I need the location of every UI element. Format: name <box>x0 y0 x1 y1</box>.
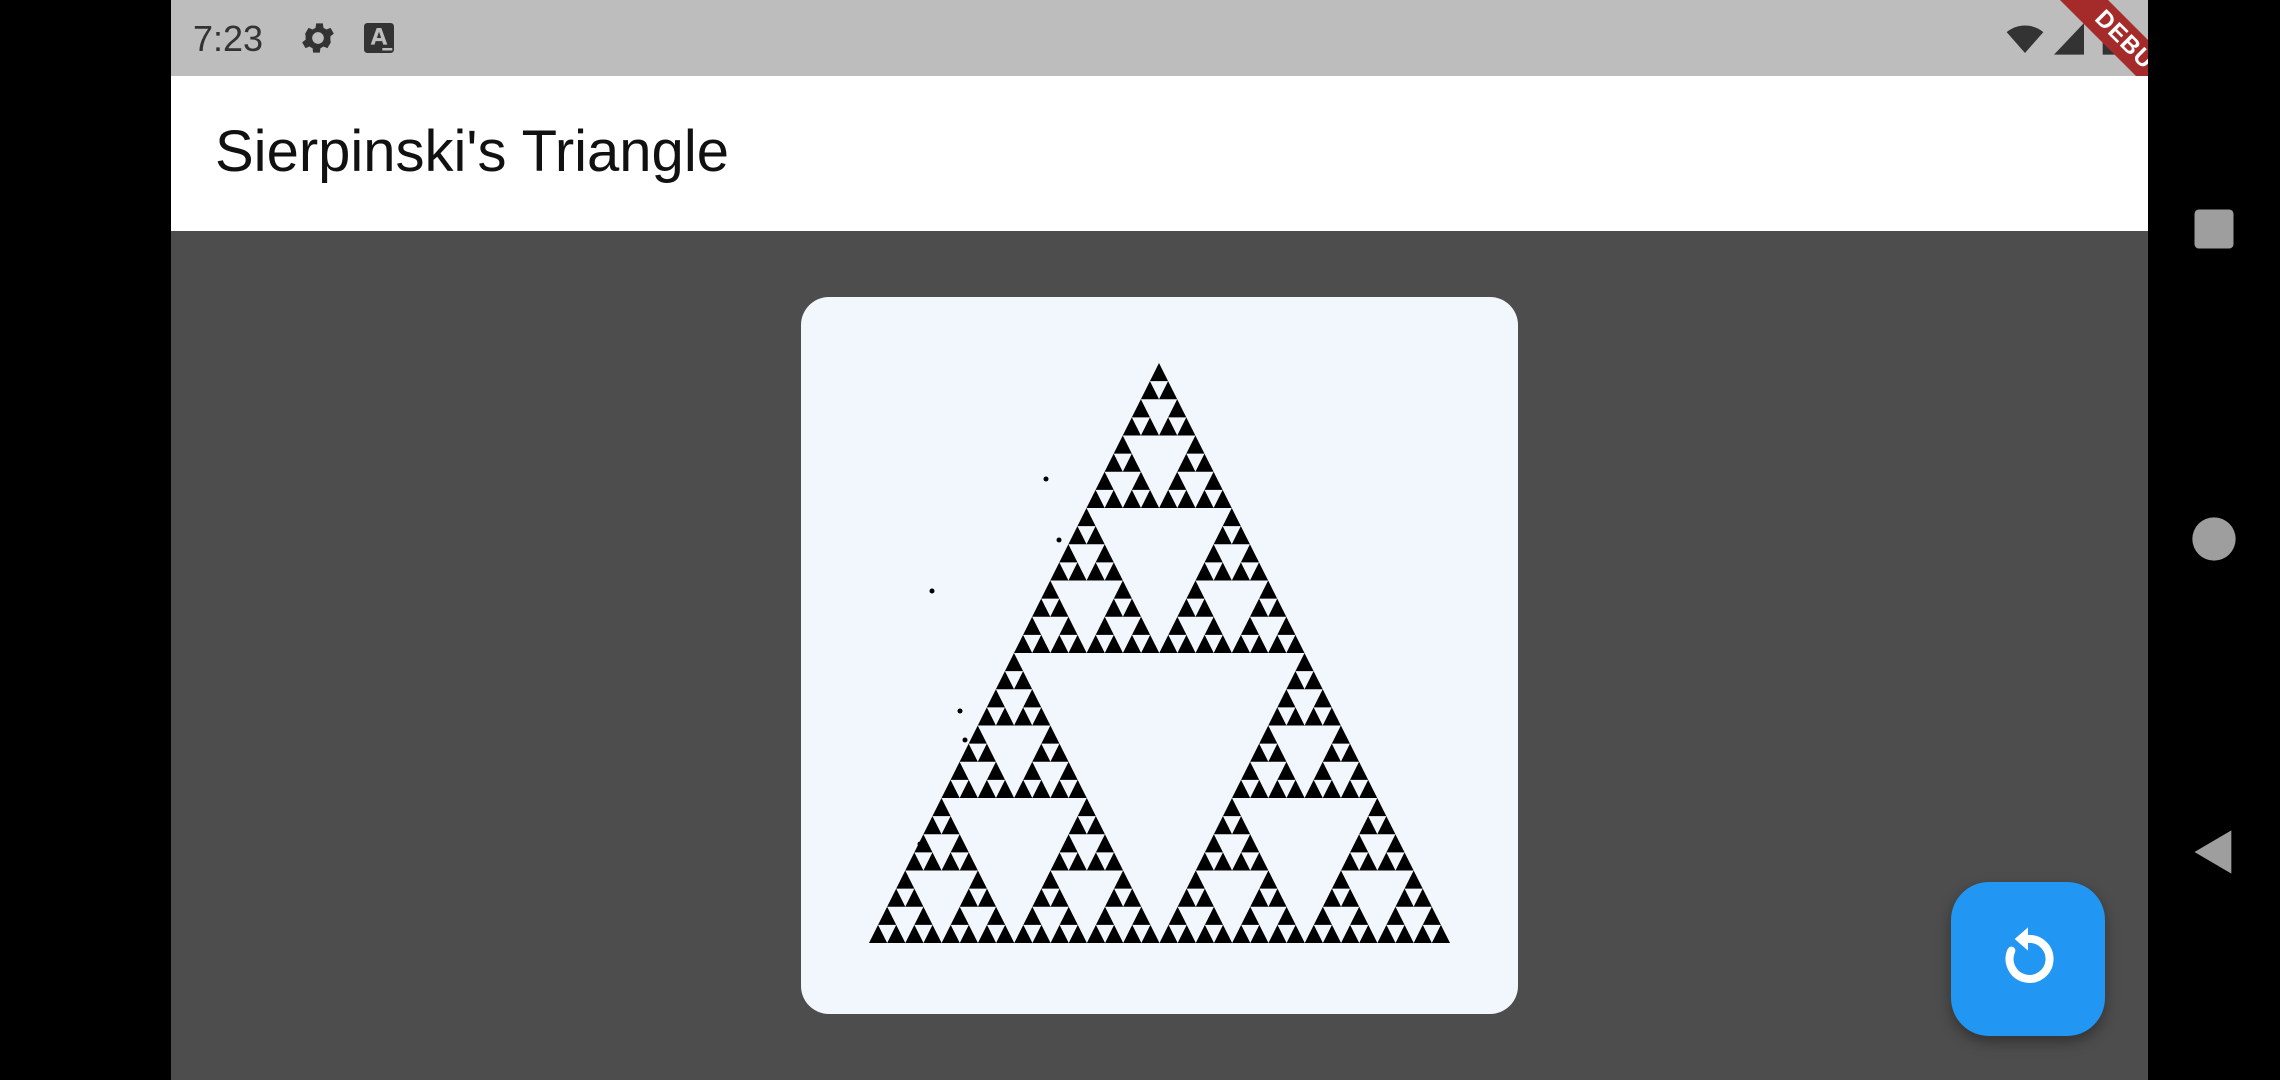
app-bar: Sierpinski's Triangle <box>171 76 2148 231</box>
status-bar: 7:23 <box>171 0 2148 76</box>
recents-square-icon[interactable] <box>2188 203 2240 255</box>
system-nav-bar <box>2148 0 2280 1080</box>
refresh-icon <box>2005 927 2054 983</box>
sierpinski-triangle-drawing <box>869 363 1450 943</box>
page-title: Sierpinski's Triangle <box>215 119 729 184</box>
gear-icon <box>302 23 334 53</box>
home-circle-icon[interactable] <box>2188 513 2240 565</box>
refresh-button[interactable] <box>1951 882 2105 1036</box>
sierpinski-triangle <box>869 363 1450 943</box>
status-time: 7:23 <box>193 18 264 59</box>
back-triangle-icon[interactable] <box>2188 826 2240 878</box>
fractal-card <box>801 297 1518 1014</box>
keyboard-a-icon <box>364 23 394 53</box>
app-screen: 7:23 DEBUG Sierpinski's Triangle <box>171 0 2148 1080</box>
